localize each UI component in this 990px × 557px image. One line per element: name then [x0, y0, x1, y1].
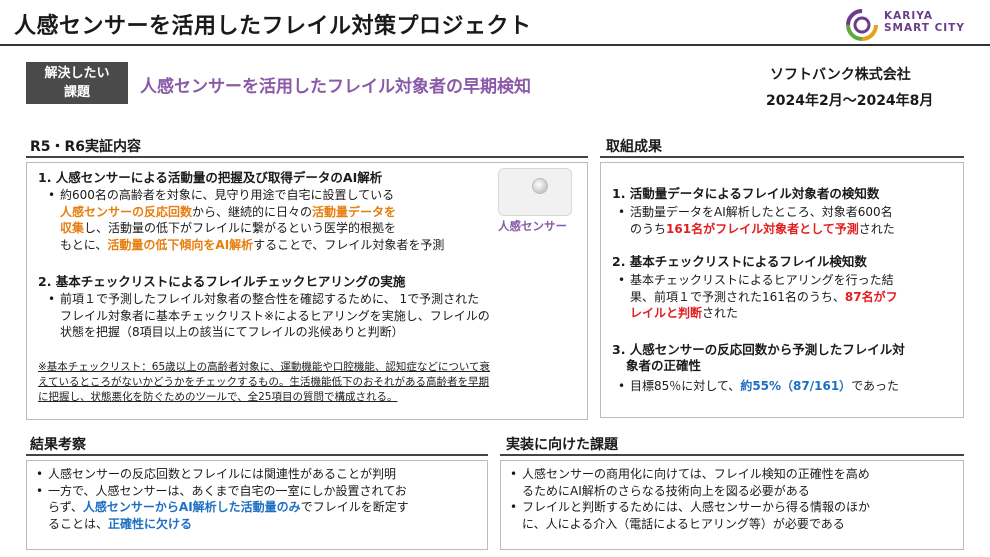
- text-span: ることは、: [48, 516, 109, 531]
- consideration-bullet2-line2: らず、人感センサーからAI解析した活動量のみでフレイルを断定す: [34, 499, 484, 516]
- results-item2-line2: 果、前項１で予測された161名のうち、87名がフ: [616, 289, 960, 306]
- section-heading-implementation: 実装に向けた課題: [506, 437, 618, 453]
- highlight-collect: 収集: [60, 221, 85, 235]
- motion-sensor-caption: 人感センサー: [498, 219, 567, 233]
- section-heading-consideration: 結果考察: [30, 437, 86, 453]
- r5r6-item1-title: 1. 人感センサーによる活動量の把握及び取得データのAI解析: [38, 170, 383, 185]
- results-item2-title: 2. 基本チェックリストによるフレイル検知数: [612, 254, 867, 269]
- issue-badge-line-1: 解決したい: [44, 66, 110, 81]
- results-item2-line3: レイルと判断された: [616, 305, 960, 322]
- r5r6-item1-line1: 約600名の高齢者を対象に、見守り用途で自宅に設置している: [46, 187, 496, 204]
- implementation-body: 人感センサーの商用化に向けては、フレイル検知の正確性を高め るためにAI解析のさ…: [508, 466, 960, 532]
- results-item1-line1: 活動量データをAI解析したところ、対象者600名: [616, 204, 960, 221]
- page-title: 人感センサーを活用したフレイル対策プロジェクト: [14, 14, 532, 39]
- highlight-sensor-count: 人感センサーの反応回数: [60, 204, 193, 219]
- highlight-ai-analysis: 活動量の低下傾向をAI解析: [107, 237, 254, 252]
- highlight-activity-data: 活動量データを: [312, 204, 397, 219]
- text-span: された: [702, 306, 739, 320]
- logo-line-1: KARIYA: [884, 10, 933, 22]
- project-period: 2024年2月～2024年8月: [766, 93, 934, 109]
- highlight-accuracy: 約55%（87/161）: [740, 379, 852, 393]
- results-item3-title-line2: 象者の正確性: [626, 358, 702, 373]
- text-span: 目標85％に対して、: [630, 379, 741, 393]
- r5r6-item2-line1: 前項１で予測したフレイル対象者の整合性を確認するために、 1で予測された: [46, 291, 582, 308]
- footnote-line2: えているところがないかどうかをチェックするもの。生活機能低下のおそれがある高齢者…: [38, 376, 489, 388]
- section-rule-consideration: [26, 454, 488, 456]
- r5r6-item1-line3: 収集し、活動量の低下がフレイルに繋がるという医学的根拠を: [46, 220, 496, 237]
- results-item3-title: 3. 人感センサーの反応回数から予測したフレイル対 象者の正確性: [612, 342, 962, 374]
- text-span: し、活動量の低下がフレイルに繋がるという医学的根拠を: [84, 221, 397, 235]
- motion-sensor-lens-icon: [532, 178, 548, 194]
- text-span: であった: [851, 379, 900, 393]
- results-item2-line1: 基本チェックリストによるヒアリングを行った結: [616, 272, 960, 289]
- r5r6-item1-body: 約600名の高齢者を対象に、見守り用途で自宅に設置している 人感センサーの反応回…: [46, 187, 496, 253]
- results-item3-body: 目標85％に対して、約55%（87/161）であった: [616, 378, 960, 395]
- section-rule-r5r6: [26, 156, 588, 158]
- section-heading-r5r6: R5・R6実証内容: [30, 139, 142, 155]
- results-item1-line2: のうち161名がフレイル対象者として予測された: [616, 221, 960, 238]
- kariya-logo-icon: [846, 9, 878, 41]
- consideration-bullet1: 人感センサーの反応回数とフレイルには関連性があることが判明: [34, 466, 484, 483]
- issue-text: 人感センサーを活用したフレイル対象者の早期検知: [140, 77, 531, 97]
- implementation-bullet2-line1: フレイルと判断するためには、人感センサーから得る情報のほか: [508, 499, 960, 516]
- section-rule-implementation: [500, 454, 964, 456]
- results-item2-body: 基本チェックリストによるヒアリングを行った結 果、前項１で予測された161名のう…: [616, 272, 960, 322]
- text-span: 果、前項１で予測された161名のうち、: [630, 289, 845, 304]
- highlight-161-predicted: 161名がフレイル対象者として予測: [666, 221, 859, 236]
- footnote-line1: ※基本チェックリスト：65歳以上の高齢者対象に、運動機能や口腔機能、認知症などに…: [38, 361, 491, 373]
- r5r6-item1-line4: もとに、活動量の低下傾向をAI解析することで、フレイル対象者を予測: [46, 237, 496, 254]
- implementation-bullet1-line2: るためにAI解析のさらなる技術向上を図る必要がある: [522, 483, 810, 498]
- text-span: もとに、: [60, 237, 108, 252]
- implementation-bullet1-line1: 人感センサーの商用化に向けては、フレイル検知の正確性を高め: [508, 466, 960, 483]
- section-rule-results: [600, 156, 964, 158]
- r5r6-item2-title: 2. 基本チェックリストによるフレイルチェックヒアリングの実施: [38, 274, 406, 289]
- section-heading-results: 取組成果: [606, 139, 662, 155]
- results-item3-title-line1: 3. 人感センサーの反応回数から予測したフレイル対: [612, 342, 905, 357]
- consideration-bullet2-line1: 一方で、人感センサーは、あくまで自宅の一室にしか設置されてお: [34, 483, 484, 500]
- logo-line-2: SMART CITY: [884, 22, 965, 34]
- text-span: らず、: [48, 500, 83, 514]
- company-name: ソフトバンク株式会社: [770, 67, 911, 83]
- results-item1-body: 活動量データをAI解析したところ、対象者600名 のうち161名がフレイル対象者…: [616, 204, 960, 237]
- r5r6-item2-line3: 状態を把握（8項目以上の該当にてフレイルの兆候ありと判断）: [60, 325, 404, 339]
- checklist-footnote: ※基本チェックリスト：65歳以上の高齢者対象に、運動機能や口腔機能、認知症などに…: [38, 360, 584, 405]
- consideration-body: 人感センサーの反応回数とフレイルには関連性があることが判明 一方で、人感センサー…: [34, 466, 484, 532]
- implementation-bullet2-line2: に、人による介入（電話によるヒアリング等）が必要である: [522, 516, 845, 531]
- issue-badge-line-2: 課題: [63, 85, 90, 100]
- highlight-87-judged: 87名がフ: [844, 289, 898, 304]
- highlight-judged: レイルと判断: [630, 306, 703, 320]
- consideration-bullet2-line3: ることは、正確性に欠ける: [34, 516, 484, 533]
- logo-text: KARIYA SMART CITY: [884, 10, 965, 34]
- results-item1-title: 1. 活動量データによるフレイル対象者の検知数: [612, 186, 880, 201]
- footnote-line3: に把握し、状態悪化を防ぐためのツールで、全25項目の質問で構成される。: [38, 391, 398, 403]
- highlight-activity-only: 人感センサーからAI解析した活動量のみ: [82, 500, 301, 514]
- text-span: された: [858, 221, 895, 236]
- r5r6-item2-body: 前項１で予測したフレイル対象者の整合性を確認するために、 1で予測された フレイ…: [46, 291, 582, 341]
- highlight-lacks-accuracy: 正確性に欠ける: [108, 516, 193, 531]
- issue-badge: 解決したい 課題: [26, 62, 128, 104]
- text-span: することで、フレイル対象者を予測: [253, 237, 445, 252]
- title-divider: [0, 44, 990, 46]
- results-item3-line1: 目標85％に対して、約55%（87/161）であった: [616, 378, 960, 395]
- text-span: から、継続的に日々の: [192, 204, 313, 219]
- text-span: のうち: [630, 221, 667, 236]
- text-span: でフレイルを断定す: [300, 500, 409, 514]
- r5r6-item1-line2: 人感センサーの反応回数から、継続的に日々の活動量データを: [46, 204, 496, 221]
- r5r6-item2-line2: フレイル対象者に基本チェックリスト※によるヒアリングを実施し、フレイルの: [60, 308, 490, 323]
